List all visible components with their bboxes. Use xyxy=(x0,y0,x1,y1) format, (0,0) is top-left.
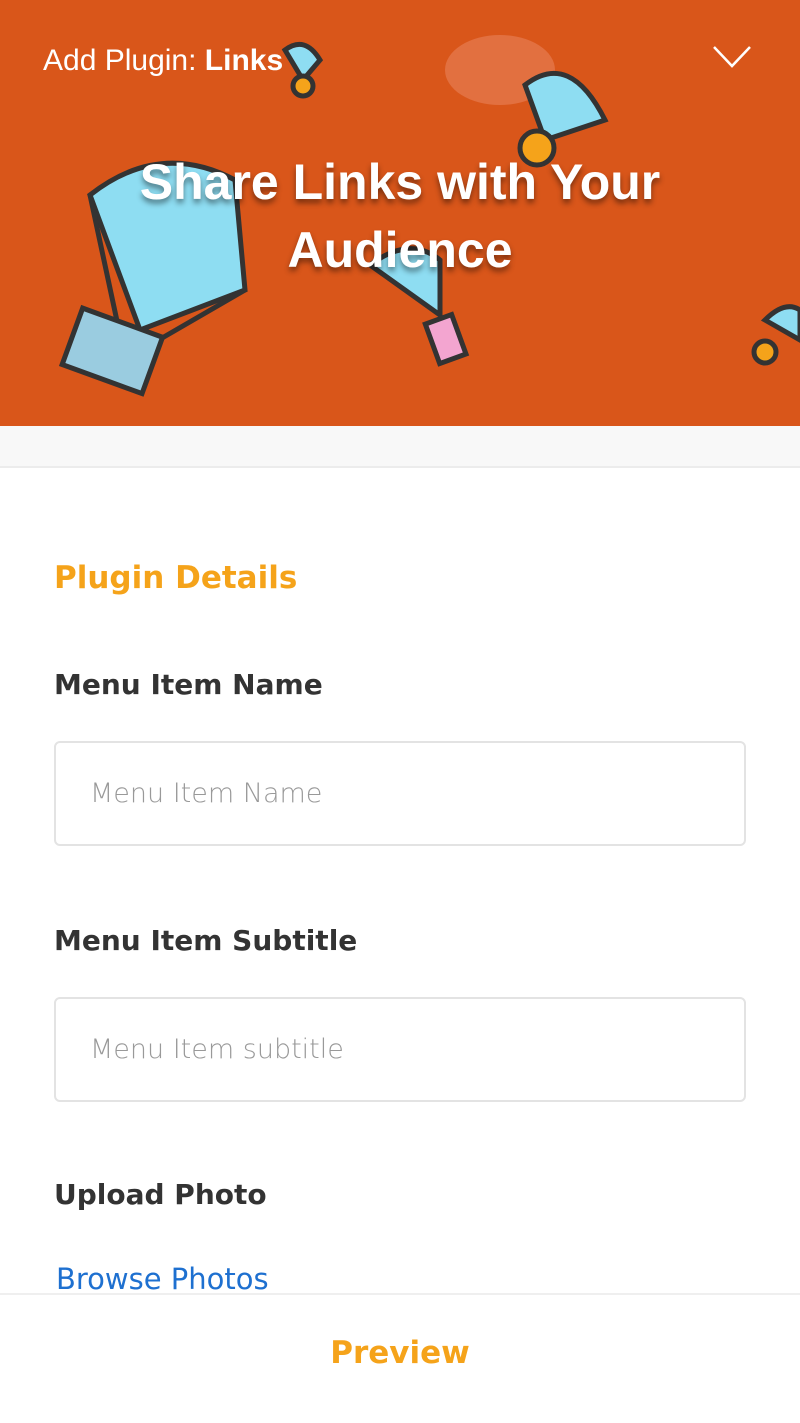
hero-line-1: Share Links with Your xyxy=(139,154,661,210)
browse-photos-link[interactable]: Browse Photos xyxy=(56,1262,269,1296)
section-title: Plugin Details xyxy=(54,560,298,596)
hero-line-2: Audience xyxy=(287,222,513,278)
page-title: Add Plugin: Links xyxy=(43,44,283,78)
header-banner: Add Plugin: Links Share Links with Your … xyxy=(0,0,800,426)
chevron-down-icon[interactable] xyxy=(712,44,752,70)
divider-strip xyxy=(0,426,800,468)
menu-item-subtitle-input[interactable] xyxy=(54,997,746,1102)
menu-item-name-label: Menu Item Name xyxy=(54,668,323,701)
preview-button[interactable]: Preview xyxy=(0,1335,800,1371)
menu-item-subtitle-label: Menu Item Subtitle xyxy=(54,924,358,957)
plugin-name: Links xyxy=(204,44,284,77)
hero-heading: Share Links with Your Audience xyxy=(0,148,800,284)
title-prefix: Add Plugin: xyxy=(43,44,205,77)
menu-item-name-input[interactable] xyxy=(54,741,746,846)
upload-photo-label: Upload Photo xyxy=(54,1178,267,1211)
footer-bar: Preview xyxy=(0,1293,800,1423)
